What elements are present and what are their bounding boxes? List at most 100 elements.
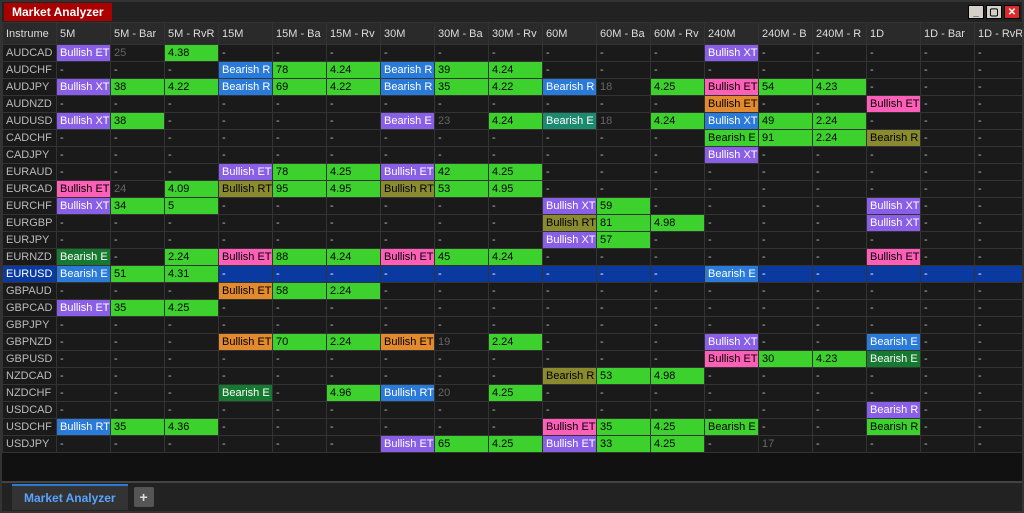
cell-EURNZD-15m[interactable]: Bullish ET [219, 249, 273, 266]
cell-EURUSD-30m_bar[interactable]: - [435, 266, 489, 283]
cell-EURAUD-1d[interactable]: - [867, 164, 921, 181]
cell-EURCHF-1d_rvr[interactable]: - [975, 198, 1023, 215]
column-header-60m[interactable]: 60M [543, 23, 597, 45]
cell-NZDCHF-5m[interactable]: - [57, 385, 111, 402]
cell-USDCHF-1d[interactable]: Bearish R [867, 419, 921, 436]
cell-AUDNZD-60m[interactable]: - [543, 96, 597, 113]
cell-GBPJPY-1d[interactable]: - [867, 317, 921, 334]
column-header-15m[interactable]: 15M [219, 23, 273, 45]
cell-GBPJPY-1d_rvr[interactable]: - [975, 317, 1023, 334]
cell-NZDCHF-30m_bar[interactable]: 20 [435, 385, 489, 402]
cell-GBPNZD-instr[interactable]: GBPNZD [3, 334, 57, 351]
cell-USDCHF-240m_rvr[interactable]: - [813, 419, 867, 436]
cell-GBPCAD-5m_bar[interactable]: 35 [111, 300, 165, 317]
cell-USDCAD-60m_bar[interactable]: - [597, 402, 651, 419]
cell-USDCHF-5m[interactable]: Bullish RT [57, 419, 111, 436]
row-EURGBP[interactable]: EURGBP---------Bullish RT814.98---Bullis… [3, 215, 1023, 232]
row-EURNZD[interactable]: EURNZDBearish E-2.24Bullish ET884.24Bull… [3, 249, 1023, 266]
cell-AUDUSD-240m_bar[interactable]: 49 [759, 113, 813, 130]
cell-EURGBP-1d_rvr[interactable]: - [975, 215, 1023, 232]
cell-EURGBP-instr[interactable]: EURGBP [3, 215, 57, 232]
cell-USDCAD-15m_bar[interactable]: - [273, 402, 327, 419]
cell-NZDCHF-5m_rvr[interactable]: - [165, 385, 219, 402]
cell-EURCHF-5m[interactable]: Bullish XT [57, 198, 111, 215]
cell-EURGBP-60m_bar[interactable]: 81 [597, 215, 651, 232]
cell-GBPAUD-15m_rvr[interactable]: 2.24 [327, 283, 381, 300]
cell-CADJPY-240m[interactable]: Bullish XT [705, 147, 759, 164]
maximize-button[interactable]: ▢ [986, 5, 1002, 19]
cell-USDCAD-240m[interactable]: - [705, 402, 759, 419]
cell-GBPNZD-240m[interactable]: Bullish XT [705, 334, 759, 351]
cell-GBPUSD-240m_rvr[interactable]: 4.23 [813, 351, 867, 368]
cell-AUDNZD-30m[interactable]: - [381, 96, 435, 113]
cell-USDCHF-5m_rvr[interactable]: 4.36 [165, 419, 219, 436]
cell-USDJPY-5m_rvr[interactable]: - [165, 436, 219, 453]
column-header-1d[interactable]: 1D [867, 23, 921, 45]
cell-CADCHF-240m_rvr[interactable]: 2.24 [813, 130, 867, 147]
cell-NZDCAD-240m_rvr[interactable]: - [813, 368, 867, 385]
cell-AUDCAD-1d[interactable]: - [867, 45, 921, 62]
cell-USDJPY-15m[interactable]: - [219, 436, 273, 453]
cell-EURJPY-30m[interactable]: - [381, 232, 435, 249]
cell-USDCHF-240m[interactable]: Bearish E [705, 419, 759, 436]
cell-USDJPY-15m_rvr[interactable]: - [327, 436, 381, 453]
cell-CADJPY-30m_bar[interactable]: - [435, 147, 489, 164]
cell-CADCHF-30m[interactable]: - [381, 130, 435, 147]
cell-EURGBP-15m_rvr[interactable]: - [327, 215, 381, 232]
cell-CADJPY-60m_bar[interactable]: - [597, 147, 651, 164]
cell-GBPJPY-15m[interactable]: - [219, 317, 273, 334]
cell-GBPCAD-instr[interactable]: GBPCAD [3, 300, 57, 317]
cell-NZDCAD-5m[interactable]: - [57, 368, 111, 385]
cell-NZDCHF-1d[interactable]: - [867, 385, 921, 402]
cell-GBPUSD-1d_bar[interactable]: - [921, 351, 975, 368]
cell-AUDNZD-1d_bar[interactable]: - [921, 96, 975, 113]
data-grid[interactable]: Instrume5M5M - Bar5M - RvR15M15M - Ba15M… [2, 22, 1022, 481]
cell-NZDCHF-240m_bar[interactable]: - [759, 385, 813, 402]
cell-EURCHF-60m[interactable]: Bullish XT [543, 198, 597, 215]
cell-EURJPY-30m_rvr[interactable]: - [489, 232, 543, 249]
cell-CADJPY-60m[interactable]: - [543, 147, 597, 164]
cell-AUDCHF-240m[interactable]: - [705, 62, 759, 79]
cell-AUDUSD-instr[interactable]: AUDUSD [3, 113, 57, 130]
cell-AUDJPY-60m_rvr[interactable]: 4.25 [651, 79, 705, 96]
tab-market-analyzer[interactable]: Market Analyzer [12, 484, 128, 510]
cell-EURNZD-15m_rvr[interactable]: 4.24 [327, 249, 381, 266]
cell-EURJPY-5m[interactable]: - [57, 232, 111, 249]
cell-EURAUD-1d_rvr[interactable]: - [975, 164, 1023, 181]
row-GBPAUD[interactable]: GBPAUD---Bullish ET582.24------------ [3, 283, 1023, 300]
cell-AUDJPY-1d_rvr[interactable]: - [975, 79, 1023, 96]
cell-GBPNZD-30m_rvr[interactable]: 2.24 [489, 334, 543, 351]
cell-USDJPY-240m_rvr[interactable]: - [813, 436, 867, 453]
cell-CADCHF-60m[interactable]: - [543, 130, 597, 147]
cell-EURUSD-1d_bar[interactable]: - [921, 266, 975, 283]
cell-CADCHF-15m[interactable]: - [219, 130, 273, 147]
cell-AUDCAD-30m[interactable]: - [381, 45, 435, 62]
cell-USDCAD-15m_rvr[interactable]: - [327, 402, 381, 419]
cell-GBPNZD-240m_bar[interactable]: - [759, 334, 813, 351]
cell-CADCHF-instr[interactable]: CADCHF [3, 130, 57, 147]
cell-GBPAUD-5m[interactable]: - [57, 283, 111, 300]
cell-GBPJPY-30m[interactable]: - [381, 317, 435, 334]
cell-USDJPY-5m[interactable]: - [57, 436, 111, 453]
cell-EURJPY-60m_rvr[interactable]: - [651, 232, 705, 249]
cell-USDJPY-60m_bar[interactable]: 33 [597, 436, 651, 453]
cell-CADJPY-30m_rvr[interactable]: - [489, 147, 543, 164]
cell-EURGBP-5m_rvr[interactable]: - [165, 215, 219, 232]
cell-USDCHF-5m_bar[interactable]: 35 [111, 419, 165, 436]
cell-EURAUD-5m[interactable]: - [57, 164, 111, 181]
cell-EURGBP-15m_bar[interactable]: - [273, 215, 327, 232]
cell-EURCHF-240m[interactable]: - [705, 198, 759, 215]
cell-USDCAD-instr[interactable]: USDCAD [3, 402, 57, 419]
cell-NZDCAD-30m_rvr[interactable]: - [489, 368, 543, 385]
cell-EURCAD-60m[interactable]: - [543, 181, 597, 198]
cell-EURAUD-240m[interactable]: - [705, 164, 759, 181]
cell-GBPCAD-15m[interactable]: - [219, 300, 273, 317]
cell-AUDUSD-5m_bar[interactable]: 38 [111, 113, 165, 130]
cell-CADJPY-1d_bar[interactable]: - [921, 147, 975, 164]
cell-AUDCAD-1d_bar[interactable]: - [921, 45, 975, 62]
cell-GBPCAD-60m_bar[interactable]: - [597, 300, 651, 317]
cell-USDCAD-30m_rvr[interactable]: - [489, 402, 543, 419]
cell-USDCHF-15m_rvr[interactable]: - [327, 419, 381, 436]
cell-CADJPY-instr[interactable]: CADJPY [3, 147, 57, 164]
cell-NZDCAD-30m[interactable]: - [381, 368, 435, 385]
